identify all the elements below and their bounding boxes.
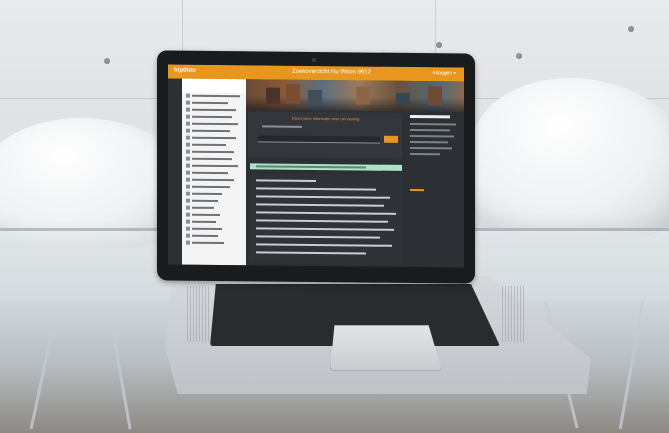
folder-icon — [186, 191, 190, 196]
folder-icon — [186, 212, 190, 217]
address-input[interactable] — [258, 135, 380, 144]
list-item[interactable] — [256, 195, 390, 199]
photo-scene: hipthter Zoekoverzicht Nu Woon 9912 Inlo… — [0, 0, 669, 433]
sidebar-header — [182, 78, 246, 94]
wall-tie-hole — [436, 42, 442, 48]
document-icon — [186, 163, 190, 168]
site-logo[interactable]: hipthter — [174, 68, 196, 74]
folder-icon — [186, 107, 190, 112]
search-card: Rond meer informatie over uw woning — [248, 111, 402, 159]
list-item[interactable] — [256, 179, 316, 182]
aside-link[interactable] — [410, 188, 424, 192]
trackpad — [330, 325, 442, 371]
wall-tie-hole — [516, 53, 522, 59]
results-list — [250, 173, 402, 265]
document-icon — [186, 149, 190, 154]
sidebar-item[interactable] — [186, 205, 246, 212]
aside-text-line — [410, 122, 456, 126]
banner-house — [396, 92, 410, 105]
folder-icon — [186, 233, 190, 238]
login-link[interactable]: Inloggen ▾ — [433, 70, 456, 76]
folder-icon — [186, 198, 190, 203]
sidebar-item[interactable] — [186, 170, 246, 177]
list-item[interactable] — [256, 251, 366, 255]
field-label — [262, 125, 302, 128]
sidebar-item[interactable] — [186, 114, 246, 121]
sidebar-menu — [182, 78, 246, 266]
sidebar-item[interactable] — [186, 100, 246, 107]
wall-tie-hole — [104, 58, 110, 64]
info-aside — [408, 113, 462, 268]
sidebar-item[interactable] — [186, 163, 246, 170]
aside-text-line — [410, 146, 452, 150]
right-chair — [470, 78, 669, 238]
list-item[interactable] — [256, 219, 388, 223]
sidebar-item[interactable] — [186, 184, 246, 191]
aside-title — [410, 114, 450, 119]
sidebar-item[interactable] — [186, 233, 246, 240]
sidebar-item[interactable] — [186, 191, 246, 198]
camera-icon — [312, 57, 316, 62]
success-notice — [250, 163, 402, 171]
search-card-title: Rond meer informatie over uw woning — [292, 115, 360, 122]
laptop-lid: hipthter Zoekoverzicht Nu Woon 9912 Inlo… — [157, 50, 475, 284]
folder-icon — [186, 219, 190, 224]
main-content: Rond meer informatie over uw woning — [248, 111, 402, 267]
banner-house — [356, 86, 370, 105]
canal-houses-banner — [246, 79, 464, 112]
sidebar-item[interactable] — [186, 219, 246, 226]
folder-icon — [186, 226, 190, 231]
sidebar-item[interactable] — [186, 142, 246, 149]
sidebar-item[interactable] — [186, 149, 246, 156]
wall-tie-hole — [628, 26, 634, 32]
document-icon — [186, 114, 190, 119]
list-item[interactable] — [256, 227, 394, 231]
list-item[interactable] — [256, 211, 396, 215]
sidebar-item[interactable] — [186, 198, 246, 205]
sidebar-item[interactable] — [186, 177, 246, 184]
sidebar-item[interactable] — [186, 128, 246, 135]
folder-icon — [186, 93, 190, 98]
aside-text-line — [410, 134, 454, 138]
document-icon — [186, 135, 190, 140]
sidebar-item[interactable] — [186, 156, 246, 163]
sidebar-item[interactable] — [186, 212, 246, 219]
document-icon — [186, 156, 190, 161]
sidebar-item[interactable] — [186, 107, 246, 114]
search-button[interactable] — [384, 135, 398, 143]
document-icon — [186, 170, 190, 175]
document-icon — [186, 184, 190, 189]
banner-house — [286, 83, 300, 104]
list-item[interactable] — [256, 187, 376, 191]
laptop-screen: hipthter Zoekoverzicht Nu Woon 9912 Inlo… — [168, 64, 464, 268]
sidebar-item[interactable] — [186, 93, 246, 100]
aside-text-line — [410, 128, 450, 132]
right-speaker-grille — [502, 286, 524, 342]
sidebar-item[interactable] — [186, 240, 246, 247]
aside-text-line — [410, 140, 448, 144]
sidebar-item[interactable] — [186, 121, 246, 128]
folder-icon — [186, 205, 190, 210]
aside-text-line — [410, 152, 440, 156]
list-item[interactable] — [256, 203, 384, 207]
sidebar-title — [182, 79, 246, 86]
sidebar-item[interactable] — [186, 135, 246, 142]
list-item[interactable] — [256, 235, 380, 239]
document-icon — [186, 177, 190, 182]
left-speaker-grille — [187, 286, 209, 342]
folder-icon — [186, 100, 190, 105]
sidebar-item[interactable] — [186, 226, 246, 233]
document-icon — [186, 128, 190, 133]
document-icon — [186, 142, 190, 147]
banner-house — [308, 89, 322, 105]
notice-text — [256, 165, 366, 169]
list-item[interactable] — [256, 243, 392, 247]
banner-house — [428, 86, 442, 106]
folder-icon — [186, 240, 190, 245]
banner-house — [266, 87, 280, 104]
document-icon — [186, 121, 190, 126]
page-title: Zoekoverzicht Nu Woon 9912 — [292, 68, 371, 76]
